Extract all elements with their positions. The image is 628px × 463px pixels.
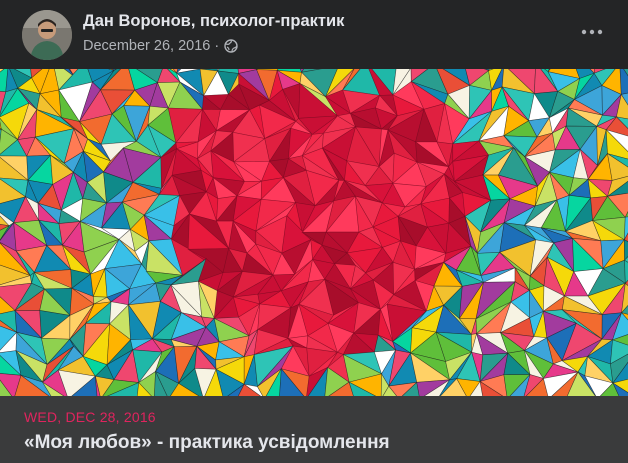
event-date: WED, DEC 28, 2016 <box>24 409 156 425</box>
globe-icon[interactable] <box>224 39 238 53</box>
post-card: Дан Воронов, психолог-практик December 2… <box>0 0 628 463</box>
more-options-icon[interactable] <box>574 18 610 46</box>
event-card[interactable]: WED, DEC 28, 2016 «Моя любов» - практика… <box>0 396 628 463</box>
post-date[interactable]: December 26, 2016 <box>83 38 210 54</box>
author-name[interactable]: Дан Воронов, психолог-практик <box>83 12 344 31</box>
mosaic-facet <box>624 259 628 285</box>
post-header: Дан Воронов, психолог-практик December 2… <box>0 0 628 66</box>
post-meta: December 26, 2016 · <box>83 38 238 54</box>
event-title[interactable]: «Моя любов» - практика усвідомлення <box>24 432 390 454</box>
mosaic-heart-image <box>0 69 628 396</box>
avatar[interactable] <box>22 10 72 60</box>
post-image[interactable] <box>0 69 628 396</box>
meta-separator: · <box>214 38 220 54</box>
